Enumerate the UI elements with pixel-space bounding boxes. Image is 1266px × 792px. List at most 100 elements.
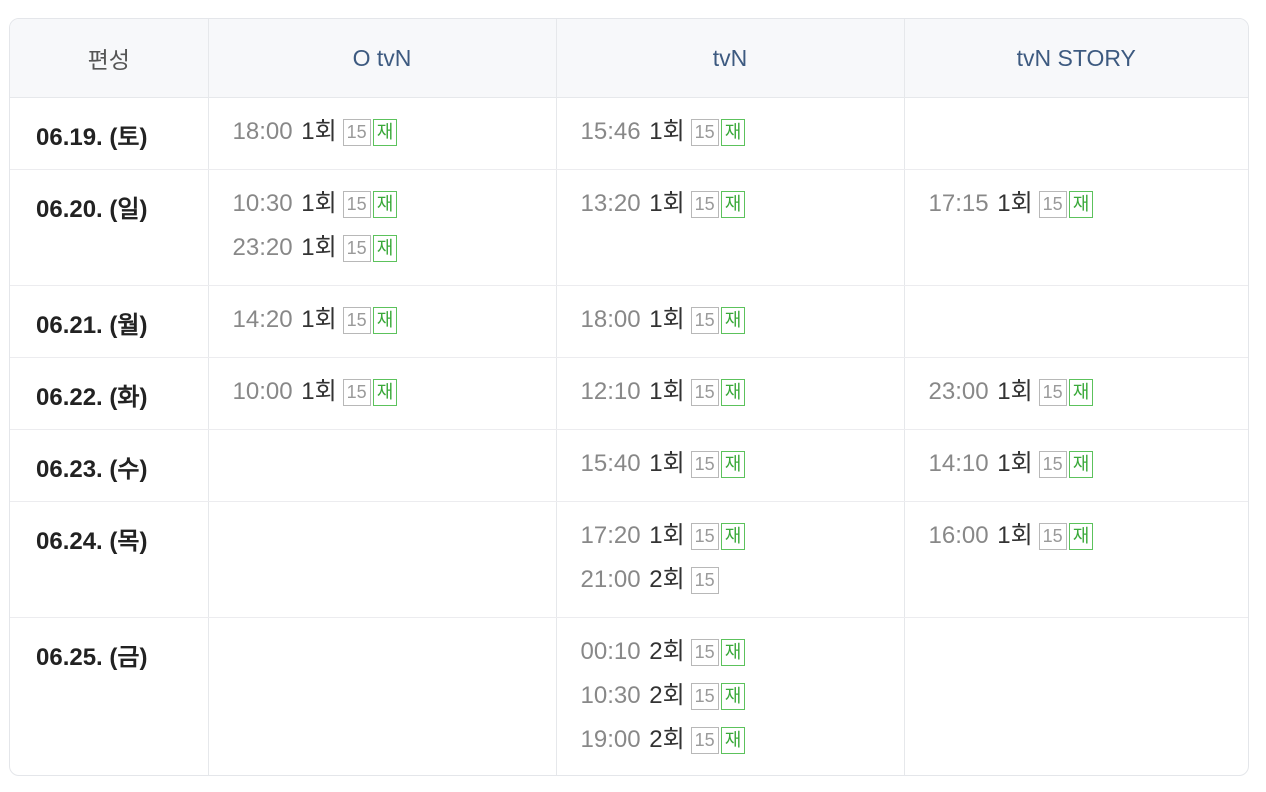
header-channel-tvn-story[interactable]: tvN STORY — [904, 19, 1248, 98]
episode-number: 1회 — [649, 190, 685, 217]
episode-number: 2회 — [649, 566, 685, 593]
date-cell: 06.24. (목) — [10, 501, 209, 618]
broadcast-slot[interactable]: 00:10 2회 15 재 — [581, 637, 904, 681]
air-time: 14:10 — [928, 450, 989, 477]
table-header-row: 편성 O tvN tvN tvN STORY — [10, 19, 1248, 98]
broadcast-slot[interactable]: 15:40 1회 15 재 — [581, 449, 904, 493]
broadcast-slot[interactable]: 19:00 2회 15 재 — [581, 725, 904, 769]
age-rating-badge: 15 — [1038, 523, 1067, 550]
schedule-cell-otvn: 10:30 1회 15 재 23:20 1회 15 재 — [208, 169, 557, 286]
air-time: 19:00 — [580, 726, 641, 753]
air-time: 15:40 — [580, 450, 641, 477]
broadcast-slot[interactable]: 23:20 1회 15 재 — [233, 233, 556, 277]
date-cell: 06.22. (화) — [10, 357, 209, 430]
date-cell: 06.19. (토) — [10, 97, 209, 170]
rerun-badge: 재 — [720, 683, 746, 710]
episode-number: 1회 — [649, 522, 685, 549]
broadcast-slot[interactable]: 14:20 1회 15 재 — [233, 305, 556, 349]
episode-number: 1회 — [301, 118, 337, 145]
schedule-cell-tvn: 12:10 1회 15 재 — [556, 357, 905, 430]
schedule-cell-otvn — [208, 501, 557, 618]
broadcast-slot[interactable]: 14:10 1회 15 재 — [929, 449, 1249, 493]
episode-number: 1회 — [997, 522, 1033, 549]
air-time: 13:20 — [580, 190, 641, 217]
rerun-badge: 재 — [720, 119, 746, 146]
rerun-badge: 재 — [372, 235, 398, 262]
broadcast-slot[interactable]: 21:00 2회 15 — [581, 565, 904, 609]
broadcast-slot[interactable]: 15:46 1회 15 재 — [581, 117, 904, 161]
date-cell: 06.23. (수) — [10, 429, 209, 502]
schedule-cell-tvn-story: 16:00 1회 15 재 — [904, 501, 1249, 618]
table-row: 06.25. (금) 00:10 2회 15 재 10:30 2회 15 재 19:00 2회… — [10, 617, 1248, 775]
episode-number: 1회 — [649, 118, 685, 145]
broadcast-slot[interactable]: 10:00 1회 15 재 — [233, 377, 556, 421]
broadcast-slot[interactable]: 13:20 1회 15 재 — [581, 189, 904, 233]
age-rating-badge: 15 — [690, 379, 719, 406]
schedule-cell-tvn: 18:00 1회 15 재 — [556, 285, 905, 358]
schedule-cell-otvn: 10:00 1회 15 재 — [208, 357, 557, 430]
date-cell: 06.25. (금) — [10, 617, 209, 775]
air-time: 00:10 — [580, 638, 641, 665]
air-time: 10:30 — [232, 190, 293, 217]
schedule-cell-tvn: 00:10 2회 15 재 10:30 2회 15 재 19:00 2회 15 재 — [556, 617, 905, 775]
header-channel-tvn[interactable]: tvN — [556, 19, 905, 98]
episode-number: 1회 — [301, 378, 337, 405]
air-time: 18:00 — [232, 118, 293, 145]
schedule-cell-otvn — [208, 429, 557, 502]
air-time: 18:00 — [580, 306, 641, 333]
episode-number: 1회 — [649, 450, 685, 477]
table-row: 06.19. (토) 18:00 1회 15 재 15:46 1회 15 재 — [10, 97, 1248, 170]
schedule-cell-tvn-story: 23:00 1회 15 재 — [904, 357, 1249, 430]
broadcast-slot[interactable]: 16:00 1회 15 재 — [929, 521, 1249, 565]
age-rating-badge: 15 — [690, 727, 719, 754]
episode-number: 1회 — [649, 378, 685, 405]
age-rating-badge: 15 — [342, 235, 371, 262]
air-time: 23:20 — [232, 234, 293, 261]
broadcast-slot[interactable]: 18:00 1회 15 재 — [233, 117, 556, 161]
episode-number: 2회 — [649, 726, 685, 753]
age-rating-badge: 15 — [690, 523, 719, 550]
age-rating-badge: 15 — [690, 119, 719, 146]
rerun-badge: 재 — [1068, 523, 1094, 550]
broadcast-slot[interactable]: 18:00 1회 15 재 — [581, 305, 904, 349]
rerun-badge: 재 — [1068, 451, 1094, 478]
table-row: 06.23. (수) 15:40 1회 15 재 14:10 1회 15 재 — [10, 429, 1249, 502]
age-rating-badge: 15 — [1038, 191, 1067, 218]
air-time: 21:00 — [580, 566, 641, 593]
broadcast-slot[interactable]: 17:20 1회 15 재 — [581, 521, 904, 565]
date-cell: 06.21. (월) — [10, 285, 209, 358]
rerun-badge: 재 — [1068, 379, 1094, 406]
broadcast-slot[interactable]: 12:10 1회 15 재 — [581, 377, 904, 421]
age-rating-badge: 15 — [690, 451, 719, 478]
episode-number: 2회 — [649, 682, 685, 709]
schedule-cell-tvn: 13:20 1회 15 재 — [556, 169, 905, 286]
episode-number: 1회 — [997, 378, 1033, 405]
age-rating-badge: 15 — [342, 379, 371, 406]
age-rating-badge: 15 — [690, 307, 719, 334]
episode-number: 2회 — [649, 638, 685, 665]
episode-number: 1회 — [301, 234, 337, 261]
schedule-cell-tvn-story: 17:15 1회 15 재 — [904, 169, 1249, 286]
header-channel-otvn[interactable]: O tvN — [208, 19, 557, 98]
rerun-badge: 재 — [720, 727, 746, 754]
broadcast-slot[interactable]: 10:30 1회 15 재 — [233, 189, 556, 233]
schedule-cell-tvn-story — [904, 285, 1248, 358]
air-time: 16:00 — [928, 522, 989, 549]
age-rating-badge: 15 — [1038, 379, 1067, 406]
age-rating-badge: 15 — [342, 191, 371, 218]
broadcast-schedule-table: 편성 O tvN tvN tvN STORY 06.19. (토) 18:00 1… — [10, 19, 1249, 775]
schedule-cell-tvn: 15:40 1회 15 재 — [556, 429, 905, 502]
age-rating-badge: 15 — [1038, 451, 1067, 478]
air-time: 17:20 — [580, 522, 641, 549]
air-time: 23:00 — [928, 378, 989, 405]
broadcast-slot[interactable]: 10:30 2회 15 재 — [581, 681, 904, 725]
age-rating-badge: 15 — [690, 567, 719, 594]
schedule-cell-tvn: 15:46 1회 15 재 — [556, 97, 905, 170]
episode-number: 1회 — [997, 450, 1033, 477]
date-cell: 06.20. (일) — [10, 169, 209, 286]
rerun-badge: 재 — [720, 379, 746, 406]
broadcast-slot[interactable]: 23:00 1회 15 재 — [929, 377, 1249, 421]
air-time: 15:46 — [580, 118, 641, 145]
schedule-cell-otvn: 18:00 1회 15 재 — [208, 97, 557, 170]
broadcast-slot[interactable]: 17:15 1회 15 재 — [929, 189, 1249, 233]
